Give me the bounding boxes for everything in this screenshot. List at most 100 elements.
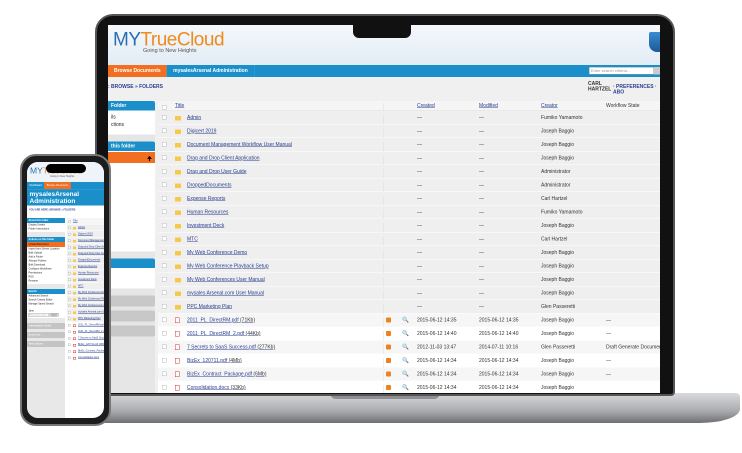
- row-checkbox[interactable]: [162, 331, 167, 336]
- phone-row-checkbox[interactable]: [68, 337, 71, 340]
- phone-row-checkbox[interactable]: [68, 246, 71, 249]
- row-checkbox[interactable]: [162, 263, 167, 268]
- table-row[interactable]: Digicert 2019 — — Joseph Baggio: [158, 124, 660, 142]
- row-title-link[interactable]: Human Resources: [187, 210, 228, 216]
- phone-row-checkbox[interactable]: [68, 291, 71, 294]
- table-row[interactable]: Drag and Drop User Guide — — Administrator: [158, 165, 660, 182]
- row-checkbox[interactable]: [162, 371, 167, 376]
- col-creator[interactable]: Creator: [541, 103, 558, 109]
- row-title-link[interactable]: 7 Secrets to SaaS Success.pdf (277Kb): [187, 345, 275, 351]
- sidebar-item-instructions[interactable]: ctions: [108, 121, 155, 135]
- table-row[interactable]: 2011_PL_DirectRM_2.pdf (44Kb) 🔍 2015-06-12…: [158, 327, 660, 344]
- phone-row-checkbox[interactable]: [68, 304, 71, 307]
- row-title-link[interactable]: Investment Deck: [187, 223, 224, 229]
- phone-row-checkbox[interactable]: [68, 259, 71, 262]
- table-row[interactable]: Drag and Drop Client Application — — Joseph…: [158, 151, 660, 169]
- table-row[interactable]: Document Management Workflow User Manual…: [158, 138, 660, 155]
- phone-row-title[interactable]: Consolidation.docx: [78, 356, 99, 359]
- phone-row-title[interactable]: 2011_PL_DirectRM_2.pdf (4: [78, 330, 104, 333]
- search-button[interactable]: [654, 67, 660, 75]
- phone-row-checkbox[interactable]: [68, 272, 71, 275]
- phone-row-title[interactable]: Human Resources: [78, 272, 99, 275]
- preview-icon[interactable]: 🔍: [402, 330, 409, 337]
- phone-row-title[interactable]: BizEx_Contract_Package.pd: [78, 350, 104, 353]
- table-row[interactable]: My Web Conference Demo — — Joseph Baggio: [158, 246, 660, 263]
- document-actions-icon[interactable]: [386, 358, 391, 363]
- row-checkbox[interactable]: [162, 223, 167, 228]
- row-checkbox[interactable]: [162, 317, 167, 322]
- phone-table-row[interactable]: Consolidation.docx: [67, 354, 104, 361]
- phone-manage-saved-search[interactable]: Manage Saved Search: [27, 302, 65, 306]
- table-row[interactable]: Human Resources — — Fumiko Yamamoto: [158, 205, 660, 223]
- phone-row-checkbox[interactable]: [68, 252, 71, 255]
- phone-row-title[interactable]: Drag and Drop Client Applic: [78, 246, 104, 249]
- row-title-link[interactable]: Consolidation.docx (33Kb): [187, 385, 246, 391]
- row-title-link[interactable]: Drag and Drop Client Application: [187, 156, 260, 162]
- row-title-link[interactable]: Document Management Workflow User Manual: [187, 142, 292, 148]
- preview-icon[interactable]: 🔍: [402, 384, 409, 391]
- row-title-link[interactable]: Admin: [187, 115, 201, 121]
- row-checkbox[interactable]: [162, 358, 167, 363]
- tab-administration[interactable]: mysalesArsenal Administration: [167, 65, 255, 77]
- row-title-link[interactable]: DroppedDocuments: [187, 183, 231, 189]
- row-title-link[interactable]: BizEx_Contract_Package.pdf (6Mb): [187, 372, 266, 378]
- row-checkbox[interactable]: [162, 277, 167, 282]
- table-row[interactable]: PPC Marketing Plan — — Glen Passeretti: [158, 300, 660, 317]
- phone-col-title[interactable]: Title: [73, 220, 78, 223]
- row-checkbox[interactable]: [162, 182, 167, 187]
- phone-row-checkbox[interactable]: [68, 233, 71, 236]
- phone-row-checkbox[interactable]: [68, 265, 71, 268]
- preview-icon[interactable]: 🔍: [402, 357, 409, 364]
- phone-row-checkbox[interactable]: [68, 350, 71, 353]
- row-checkbox[interactable]: [162, 142, 167, 147]
- row-checkbox[interactable]: [162, 209, 167, 214]
- preview-icon[interactable]: 🔍: [402, 371, 409, 377]
- phone-row-checkbox[interactable]: [68, 343, 71, 346]
- row-checkbox[interactable]: [162, 304, 167, 309]
- upload-document-button[interactable]: 🠉: [108, 152, 155, 163]
- phone-search-input[interactable]: Enter search criteria: [28, 313, 49, 317]
- file-name[interactable]: BizEx_Contract_Package.pdf: [187, 372, 252, 378]
- file-name[interactable]: Consolidation.docx: [187, 385, 229, 391]
- search-input[interactable]: Enter search criteria...: [589, 67, 654, 75]
- phone-administration-mode[interactable]: Administration Mode: [27, 323, 65, 329]
- phone-breadcrumb[interactable]: YOU ARE HERE: BROWSE » FOLDERS: [27, 206, 104, 215]
- row-title-link[interactable]: Drag and Drop User Guide: [187, 169, 246, 175]
- row-checkbox[interactable]: [162, 236, 167, 241]
- row-title-link[interactable]: My Web Conference Playback Setup: [187, 264, 269, 270]
- preview-icon[interactable]: 🔍: [402, 317, 409, 323]
- table-row[interactable]: My Web Conferences User Manual — — Joseph B…: [158, 273, 660, 290]
- table-row[interactable]: MTC — — Carl Hartzel: [158, 232, 660, 250]
- table-row[interactable]: BizEx_Contract_Package.pdf (6Mb) 🔍 2015-06…: [158, 367, 660, 385]
- row-checkbox[interactable]: [162, 128, 167, 133]
- phone-view-options[interactable]: View Options: [27, 341, 65, 347]
- phone-upload-document[interactable]: Upload Document: [27, 242, 65, 247]
- table-row[interactable]: BizEx_120711.pdf (4Mb) 🔍 2015-06-12 14:34 2…: [158, 354, 660, 371]
- phone-row-title[interactable]: 7 Secrets to SaaS Success: [78, 337, 104, 340]
- document-actions-icon[interactable]: [386, 371, 391, 377]
- row-checkbox[interactable]: [162, 155, 167, 160]
- row-checkbox[interactable]: [162, 169, 167, 174]
- phone-action-item[interactable]: Rename: [27, 279, 65, 283]
- document-actions-icon[interactable]: [386, 317, 391, 323]
- preview-icon[interactable]: 🔍: [402, 344, 409, 350]
- phone-folder-instructions[interactable]: Folder Instructions: [27, 227, 65, 231]
- row-title-link[interactable]: My Web Conference Demo: [187, 250, 247, 256]
- phone-row-title[interactable]: MTC: [78, 285, 83, 288]
- phone-row-title[interactable]: Drag and Drop User Guide: [78, 252, 104, 255]
- phone-row-checkbox[interactable]: [68, 330, 71, 333]
- row-checkbox[interactable]: [162, 250, 167, 255]
- row-checkbox[interactable]: [162, 196, 167, 201]
- phone-row-title[interactable]: My Web Conference Playback: [78, 298, 104, 301]
- file-name[interactable]: 2011_PL_DirectRM_2.pdf: [187, 331, 244, 337]
- phone-row-checkbox[interactable]: [68, 317, 71, 320]
- mytruecloud-logo[interactable]: MYTrueCloud Going to New Heights: [113, 29, 225, 54]
- col-modified[interactable]: Modified: [479, 103, 498, 109]
- sidebar-collapsed-panel[interactable]: [108, 295, 155, 307]
- phone-tab-dashboard[interactable]: Dashboard: [27, 182, 44, 189]
- row-title-link[interactable]: mysales Arsenal.com User Manual: [187, 291, 264, 297]
- table-row[interactable]: DroppedDocuments — — Administrator: [158, 178, 660, 196]
- breadcrumb[interactable]: : BROWSE » FOLDERS: [108, 84, 163, 90]
- phone-search-button[interactable]: search: [49, 313, 59, 317]
- table-row[interactable]: mysales Arsenal.com User Manual — — Joseph …: [158, 286, 660, 304]
